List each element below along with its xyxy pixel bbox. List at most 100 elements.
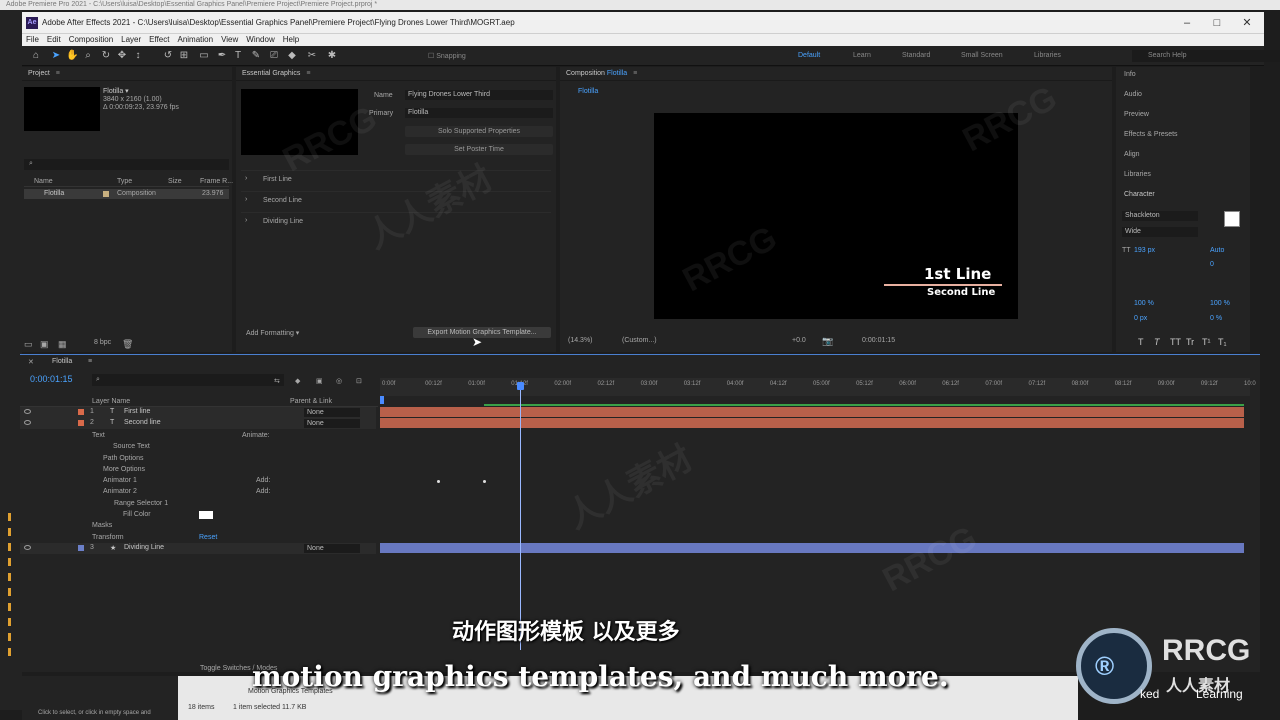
menu-icon[interactable]: ≡: [633, 70, 637, 77]
transform-reset[interactable]: Reset: [199, 534, 217, 541]
pan-behind-tool-icon[interactable]: ⊞: [178, 50, 190, 62]
hand-tool-icon[interactable]: ✋: [66, 50, 78, 62]
project-search-input[interactable]: ⌕: [24, 159, 229, 170]
align-panel-tab[interactable]: Align: [1124, 151, 1140, 158]
layer-bar-2[interactable]: [380, 418, 1244, 428]
new-folder-icon[interactable]: ▣: [40, 339, 49, 350]
col-layer-name[interactable]: Layer Name: [92, 398, 130, 405]
menu-view[interactable]: View: [221, 35, 238, 44]
prop-text[interactable]: Text: [92, 432, 105, 439]
audio-panel-tab[interactable]: Audio: [1124, 91, 1142, 98]
close-tab-icon[interactable]: ✕: [28, 358, 34, 366]
layer-label-color[interactable]: [78, 420, 84, 426]
col-parent[interactable]: Parent & Link: [290, 398, 332, 405]
menu-window[interactable]: Window: [246, 35, 274, 44]
leading-value[interactable]: Auto: [1210, 247, 1224, 254]
pen-tool-icon[interactable]: ✒: [216, 50, 228, 62]
timeline-search-input[interactable]: ⌕: [92, 374, 284, 386]
brush-tool-icon[interactable]: ✎: [250, 50, 262, 62]
chevron-right-icon[interactable]: ›: [245, 196, 247, 203]
add-formatting-dropdown[interactable]: Add Formatting ▾: [246, 329, 299, 337]
small-caps-button[interactable]: Tr: [1186, 337, 1194, 347]
faux-bold-button[interactable]: T: [1138, 337, 1144, 347]
col-name[interactable]: Name: [34, 178, 53, 185]
menu-help[interactable]: Help: [283, 35, 299, 44]
timeline-timecode[interactable]: 0:00:01:15: [30, 374, 73, 384]
menu-icon[interactable]: ≡: [88, 358, 92, 365]
roto-brush-tool-icon[interactable]: ✂: [306, 50, 318, 62]
new-comp-icon[interactable]: ▦: [58, 339, 67, 350]
snapping-checkbox[interactable]: ☐ Snapping: [428, 52, 466, 60]
comp-panel-name[interactable]: Flotilla: [607, 70, 627, 77]
libraries-panel-tab[interactable]: Libraries: [1124, 171, 1151, 178]
menu-effect[interactable]: Effect: [149, 35, 169, 44]
eye-icon[interactable]: [24, 409, 31, 414]
eg-title[interactable]: Essential Graphics: [242, 70, 300, 77]
rotate-tool-icon[interactable]: ↺: [162, 50, 174, 62]
fill-color-swatch[interactable]: [199, 511, 213, 519]
prop-range-selector[interactable]: Range Selector 1: [114, 500, 168, 507]
eg-primary-select[interactable]: Flotilla: [405, 108, 553, 118]
playhead-handle[interactable]: [517, 382, 524, 390]
layer-row-2[interactable]: 2 T Second line None: [20, 418, 376, 429]
font-size-value[interactable]: 193 px: [1134, 247, 1155, 254]
pan-tool-icon[interactable]: ✥: [116, 50, 128, 62]
baseline-value[interactable]: 0 px: [1134, 315, 1147, 322]
folder-icon[interactable]: ▭: [24, 339, 33, 350]
trash-icon[interactable]: 🗑: [122, 339, 133, 350]
scale-v-value[interactable]: 100 %: [1134, 300, 1154, 307]
col-type[interactable]: Type: [117, 178, 132, 185]
keyframe[interactable]: [437, 480, 440, 483]
home-icon[interactable]: ⌂: [30, 50, 42, 62]
prop-path-options[interactable]: Path Options: [103, 455, 143, 462]
chevron-right-icon[interactable]: ›: [245, 217, 247, 224]
layer-bar-3[interactable]: [380, 543, 1244, 553]
workspace-libraries[interactable]: Libraries: [1034, 52, 1061, 59]
menu-layer[interactable]: Layer: [121, 35, 141, 44]
comp-zoom[interactable]: (14.3%): [568, 337, 593, 344]
eg-name-field[interactable]: Flying Drones Lower Third: [405, 90, 553, 100]
col-size[interactable]: Size: [168, 178, 182, 185]
graph-editor-icon[interactable]: ⊡: [356, 377, 362, 385]
orbit-tool-icon[interactable]: ↻: [100, 50, 112, 62]
layer-row-3[interactable]: 3 ★ Dividing Line None: [20, 543, 376, 554]
dolly-tool-icon[interactable]: ↕: [132, 50, 144, 62]
set-poster-time-button[interactable]: Set Poster Time: [405, 144, 553, 155]
prop-add-2[interactable]: Add:: [256, 488, 270, 495]
layer-name[interactable]: First line: [124, 408, 150, 415]
keyframe[interactable]: [483, 480, 486, 483]
eg-item-first-line[interactable]: First Line: [263, 176, 292, 183]
maximize-button[interactable]: □: [1202, 12, 1232, 34]
tsume-value[interactable]: 0 %: [1210, 315, 1222, 322]
exposure-value[interactable]: +0.0: [792, 337, 806, 344]
motion-blur-icon[interactable]: ◎: [336, 377, 342, 385]
parent-select[interactable]: None: [304, 544, 360, 553]
prop-animator-2[interactable]: Animator 2: [103, 488, 137, 495]
workspace-learn[interactable]: Learn: [853, 52, 871, 59]
info-panel-tab[interactable]: Info: [1124, 71, 1136, 78]
parent-select[interactable]: None: [304, 419, 360, 428]
all-caps-button[interactable]: TT: [1170, 337, 1181, 347]
layer-bar-1[interactable]: [380, 407, 1244, 417]
bpc-label[interactable]: 8 bpc: [94, 339, 111, 346]
layer-row-1[interactable]: 1 T First line None: [20, 407, 376, 418]
menu-animation[interactable]: Animation: [177, 35, 213, 44]
comp-resolution[interactable]: (Custom...): [622, 337, 657, 344]
layer-label-color[interactable]: [78, 545, 84, 551]
menu-icon[interactable]: ≡: [56, 70, 60, 77]
eg-item-second-line[interactable]: Second Line: [263, 197, 302, 204]
comp-panel-title[interactable]: Composition: [566, 70, 605, 77]
tracking-value[interactable]: 0: [1210, 261, 1214, 268]
work-area-start[interactable]: [380, 396, 384, 404]
fill-color-swatch[interactable]: [1224, 211, 1240, 227]
eye-icon[interactable]: [24, 420, 31, 425]
workspace-default[interactable]: Default: [798, 52, 820, 59]
menu-file[interactable]: File: [26, 35, 39, 44]
layer-name[interactable]: Second line: [124, 419, 161, 426]
comp-time[interactable]: 0:00:01:15: [862, 337, 895, 344]
faux-italic-button[interactable]: T: [1154, 337, 1160, 347]
time-ruler[interactable]: 0:00f00:12f01:00f01:12f02:00f02:12f03:00…: [380, 378, 1256, 396]
chevron-right-icon[interactable]: ›: [245, 175, 247, 182]
layer-name[interactable]: Dividing Line: [124, 544, 164, 551]
font-family-select[interactable]: Shackleton: [1122, 211, 1198, 221]
